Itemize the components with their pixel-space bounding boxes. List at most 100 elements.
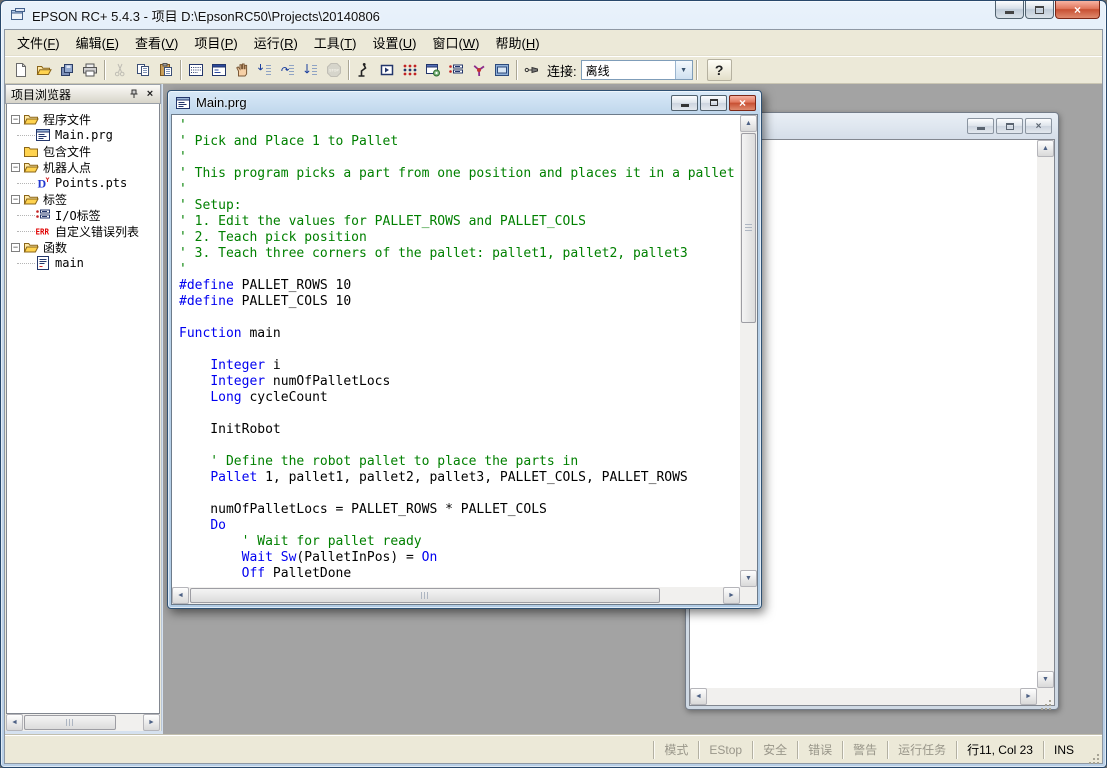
application-window: EPSON RC+ 5.4.3 - 项目 D:\EpsonRC50\Projec…: [0, 0, 1107, 768]
tree-item-label: Main.prg: [55, 128, 113, 142]
toolbar-button-pause[interactable]: [230, 59, 253, 82]
connection-value: 离线: [582, 62, 675, 79]
toolbar-button-paste[interactable]: [154, 59, 177, 82]
svg-text:STOP: STOP: [329, 69, 339, 73]
status-mode: 模式: [653, 741, 698, 759]
connection-select[interactable]: 离线 ▼: [581, 60, 693, 80]
sidebar-h-scrollbar[interactable]: ◄ ►: [6, 714, 160, 731]
title-bar[interactable]: EPSON RC+ 5.4.3 - 项目 D:\EpsonRC50\Projec…: [1, 1, 1106, 29]
toolbar-button-copy[interactable]: [131, 59, 154, 82]
toolbar-button-step-over[interactable]: [276, 59, 299, 82]
menu-item-f[interactable]: 文件(F): [9, 30, 68, 55]
err-label-icon: ERR: [35, 223, 55, 239]
folder-open-icon: [23, 159, 43, 175]
menu-item-t[interactable]: 工具(T): [306, 30, 365, 55]
chevron-down-icon[interactable]: ▼: [675, 61, 692, 79]
code-line: Integer i: [179, 358, 740, 374]
menu-item-h[interactable]: 帮助(H): [487, 30, 547, 55]
tree-item-[interactable]: ERR自定义错误列表: [7, 223, 159, 239]
tree-expander-icon[interactable]: −: [11, 163, 20, 172]
menu-item-u[interactable]: 设置(U): [364, 30, 424, 55]
code-line: ' 3. Teach three corners of the pallet: …: [179, 246, 740, 262]
tree-item-io[interactable]: I/O标签: [7, 207, 159, 223]
tree-item-label: 机器人点: [43, 159, 91, 176]
toolbar-button-new-file[interactable]: [9, 59, 32, 82]
code-line: ': [179, 262, 740, 278]
toolbar-button-save-all[interactable]: [55, 59, 78, 82]
toolbar-button-connect[interactable]: [520, 59, 543, 82]
code-line: ' Define the robot pallet to place the p…: [179, 454, 740, 470]
toolbar-button-robot-manager[interactable]: [352, 59, 375, 82]
editor-window-title: Main.prg: [196, 95, 669, 110]
toolbar: STOP 连接: 离线 ▼ ?: [5, 56, 1102, 84]
toolbar-button-io-monitor[interactable]: [398, 59, 421, 82]
panel-close-icon[interactable]: ×: [142, 87, 158, 102]
tree-item-main[interactable]: main: [7, 255, 159, 271]
bg-v-scrollbar[interactable]: ▲ ▼: [1037, 140, 1054, 688]
tree-item-label: 标签: [43, 191, 67, 208]
menu-item-r[interactable]: 运行(R): [246, 30, 306, 55]
tree-item-mainprg[interactable]: Main.prg: [7, 127, 159, 143]
tree-expander-icon[interactable]: −: [11, 195, 20, 204]
toolbar-button-vision[interactable]: [490, 59, 513, 82]
editor-close-button[interactable]: ×: [729, 95, 756, 111]
editor-maximize-button[interactable]: [700, 95, 727, 111]
code-line: [179, 438, 740, 454]
maximize-button[interactable]: [1025, 1, 1054, 19]
editor-h-scrollbar[interactable]: ◄ ►: [172, 587, 740, 604]
project-tree: − 程序文件Main.prg包含文件 − 机器人点DPoints.pts − 标签I/O标…: [6, 104, 160, 714]
panel-title: 项目浏览器: [11, 86, 126, 103]
menu-item-p[interactable]: 项目(P): [186, 30, 245, 55]
status-safety: 安全: [752, 741, 797, 759]
toolbar-button-open-project[interactable]: [32, 59, 55, 82]
status-warning: 警告: [842, 741, 887, 759]
panel-header: 项目浏览器 ×: [5, 84, 161, 104]
toolbar-button-run-window[interactable]: [207, 59, 230, 82]
tree-item-[interactable]: − 程序文件: [7, 111, 159, 127]
toolbar-button-operator-window[interactable]: [375, 59, 398, 82]
code-line: ': [179, 182, 740, 198]
menu-item-v[interactable]: 查看(V): [127, 30, 186, 55]
tree-item-label: 函数: [43, 239, 67, 256]
editor-window[interactable]: Main.prg × '' Pick and Place 1 to Pallet…: [167, 90, 762, 609]
bg-h-scrollbar[interactable]: ◄ ►: [690, 688, 1037, 705]
close-button[interactable]: ×: [1055, 1, 1100, 19]
toolbar-button-task-manager[interactable]: [421, 59, 444, 82]
tree-item-[interactable]: − 函数: [7, 239, 159, 255]
editor-window-titlebar[interactable]: Main.prg ×: [171, 91, 758, 114]
tree-item-[interactable]: − 标签: [7, 191, 159, 207]
toolbar-button-walk[interactable]: [299, 59, 322, 82]
toolbar-button-io-label-editor[interactable]: [444, 59, 467, 82]
tree-item-pointspts[interactable]: DPoints.pts: [7, 175, 159, 191]
code-line: Do: [179, 518, 740, 534]
code-line: ' 1. Edit the values for PALLET_ROWS and…: [179, 214, 740, 230]
menu-item-e[interactable]: 编辑(E): [68, 30, 127, 55]
tree-expander-icon[interactable]: −: [11, 243, 20, 252]
tree-expander-icon[interactable]: −: [11, 115, 20, 124]
tree-item-[interactable]: 包含文件: [7, 143, 159, 159]
toolbar-button-simulator[interactable]: [467, 59, 490, 82]
code-area[interactable]: '' Pick and Place 1 to Pallet'' This pro…: [172, 115, 740, 587]
code-line: Long cycleCount: [179, 390, 740, 406]
bg-close-button[interactable]: ×: [1025, 118, 1052, 134]
code-line: ': [179, 118, 740, 134]
tree-item-[interactable]: − 机器人点: [7, 159, 159, 175]
toolbar-button-step-into[interactable]: [253, 59, 276, 82]
help-button[interactable]: ?: [707, 59, 732, 81]
editor-v-scrollbar[interactable]: ▲ ▼: [740, 115, 757, 587]
code-line: ' Pick and Place 1 to Pallet: [179, 134, 740, 150]
window-resize-grip[interactable]: [1084, 741, 1102, 759]
toolbar-button-command-window[interactable]: [184, 59, 207, 82]
toolbar-button-print[interactable]: [78, 59, 101, 82]
bg-resize-grip[interactable]: [1037, 688, 1054, 705]
minimize-button[interactable]: [995, 1, 1024, 19]
tree-item-label: 程序文件: [43, 111, 91, 128]
editor-minimize-button[interactable]: [671, 95, 698, 111]
folder-open-icon: [23, 191, 43, 207]
menu-item-w[interactable]: 窗口(W): [425, 30, 488, 55]
pin-icon[interactable]: [126, 87, 142, 102]
code-line: [179, 486, 740, 502]
bg-maximize-button[interactable]: [996, 118, 1023, 134]
status-insert-mode: INS: [1043, 741, 1084, 759]
bg-minimize-button[interactable]: [967, 118, 994, 134]
